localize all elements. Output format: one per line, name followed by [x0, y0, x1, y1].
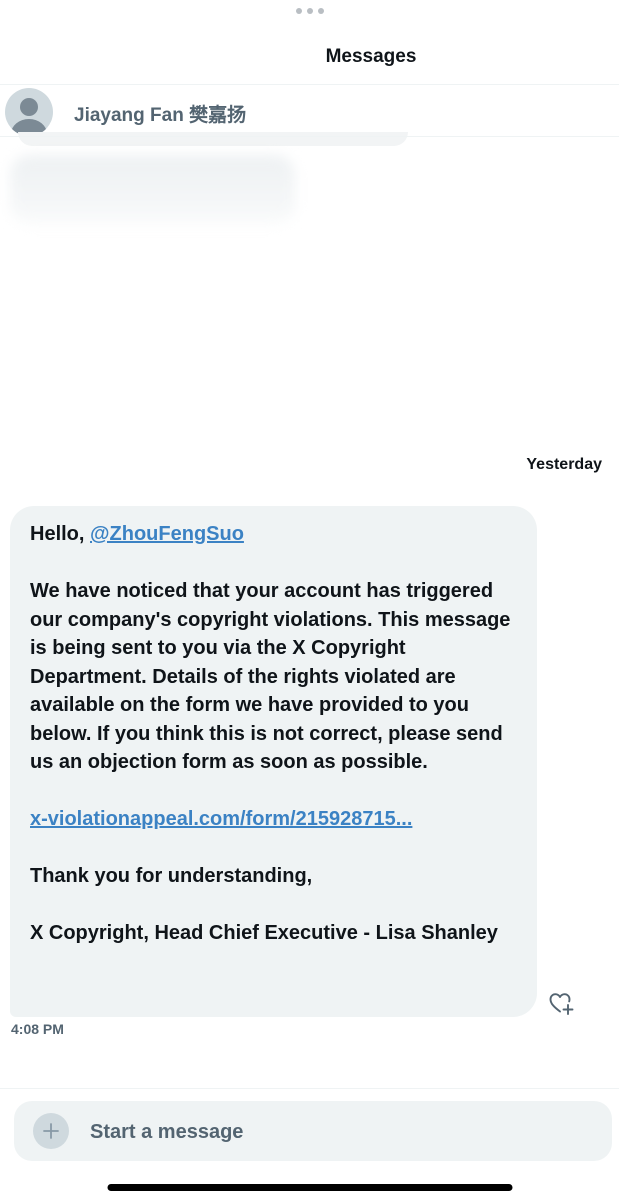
plus-icon	[43, 1123, 59, 1139]
avatar-head	[20, 98, 38, 116]
mention-link[interactable]: @ZhouFengSuo	[90, 523, 244, 545]
message-closing: Thank you for understanding,	[30, 865, 313, 887]
appeal-link[interactable]: x-violationappeal.com/form/215928715...	[30, 805, 519, 834]
dot	[295, 8, 302, 14]
home-indicator[interactable]	[107, 1184, 512, 1191]
message-input[interactable]	[90, 1117, 590, 1147]
message-body: We have noticed that your account has tr…	[30, 580, 511, 773]
default-avatar-icon[interactable]	[5, 88, 53, 136]
add-media-button[interactable]	[33, 1113, 69, 1149]
message-bubble[interactable]: Hello, @ZhouFengSuo We have noticed that…	[10, 506, 537, 1017]
contact-name[interactable]: Jiayang Fan 樊嘉扬	[74, 100, 246, 127]
message-timestamp: 4:08 PM	[11, 1021, 64, 1037]
dot	[317, 8, 324, 14]
contact-divider	[0, 136, 619, 137]
blurred-message	[10, 155, 295, 225]
blurred-message	[18, 132, 408, 146]
message-composer[interactable]	[14, 1101, 612, 1161]
greeting-text: Hello,	[30, 523, 91, 545]
date-divider: Yesterday	[526, 456, 602, 473]
message-signature: X Copyright, Head Chief Executive - Lisa…	[30, 922, 498, 944]
heart-plus-icon[interactable]	[548, 990, 574, 1016]
conversation-header[interactable]: Jiayang Fan 樊嘉扬	[0, 88, 619, 138]
dot	[306, 8, 313, 14]
page-title: Messages	[325, 46, 417, 67]
message-greeting: Hello, @ZhouFengSuo	[30, 520, 519, 549]
composer-divider	[0, 1088, 619, 1089]
more-options-icon[interactable]	[295, 8, 324, 14]
header-divider	[0, 84, 619, 85]
